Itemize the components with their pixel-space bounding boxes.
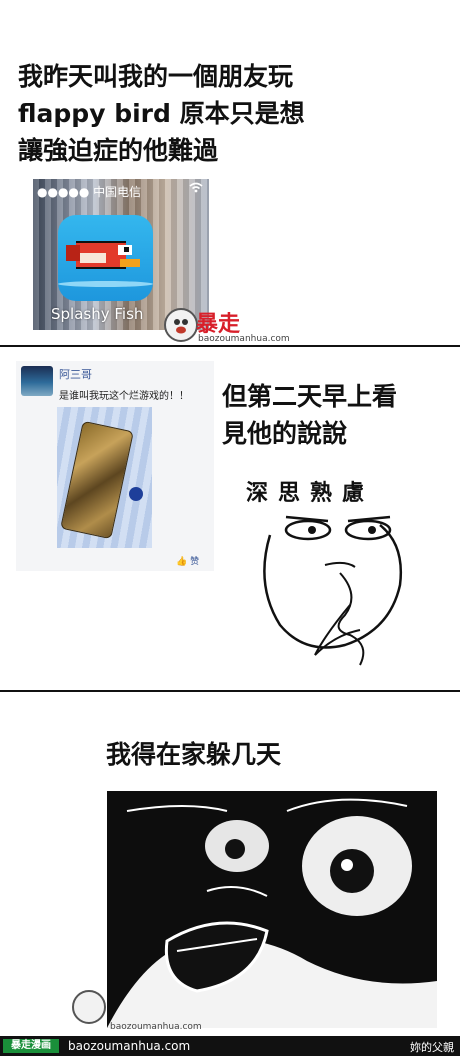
post-photo[interactable] [57,407,152,548]
social-post-card: 阿三哥 是谁叫我玩这个烂游戏的！！ 👍 赞 [16,361,214,571]
rage-face-illustration [107,791,437,1028]
photo-object [129,487,143,501]
panel-3-caption: 我得在家躲几天 [106,740,282,769]
caption-line: 讓強迫症的他難過 [18,136,219,165]
caption-line: 但第二天早上看 [222,382,398,411]
thumbs-up-icon: 👍 [176,557,188,567]
watermark-url: baozoumanhua.com [110,1022,202,1032]
footer-url[interactable]: baozoumanhua.com [68,1039,190,1053]
watermark-url: baozoumanhua.com [198,334,290,344]
status-bar-carrier: ●●●●● 中国电信 [37,185,142,199]
splashy-fish-app-icon[interactable] [58,215,153,301]
panel-1-caption: 我昨天叫我的一個朋友玩 flappy bird 原本只是想 讓強迫症的他難過 [18,58,305,169]
footer-signature: 妳的父親 [410,1041,454,1054]
caption-line: 見他的說說 [222,419,348,448]
avatar[interactable] [21,366,53,396]
panel-divider [0,345,460,347]
caption-line: 我昨天叫我的一個朋友玩 [18,62,294,91]
footer-badge[interactable]: 暴走漫画 [3,1039,59,1053]
thinking-face-illustration [263,515,402,666]
post-text: 是谁叫我玩这个烂游戏的！！ [59,391,189,402]
caption-line: flappy bird 原本只是想 [18,99,305,128]
panel-divider [0,690,460,692]
shocked-face-drawing [107,791,437,1028]
panel-2-caption: 但第二天早上看 見他的說說 [222,378,397,452]
wifi-icon [189,182,203,196]
baozou-logo-icon [164,308,198,342]
baozou-logo-icon [72,990,106,1024]
post-username[interactable]: 阿三哥 [59,366,92,382]
app-icon-wave [58,281,153,287]
like-label: 赞 [190,557,200,567]
like-button[interactable]: 👍 赞 [176,554,199,567]
fish-icon [66,241,140,269]
app-name-label: Splashy Fish [51,305,144,323]
face-label: 深思熟慮 [246,481,375,506]
